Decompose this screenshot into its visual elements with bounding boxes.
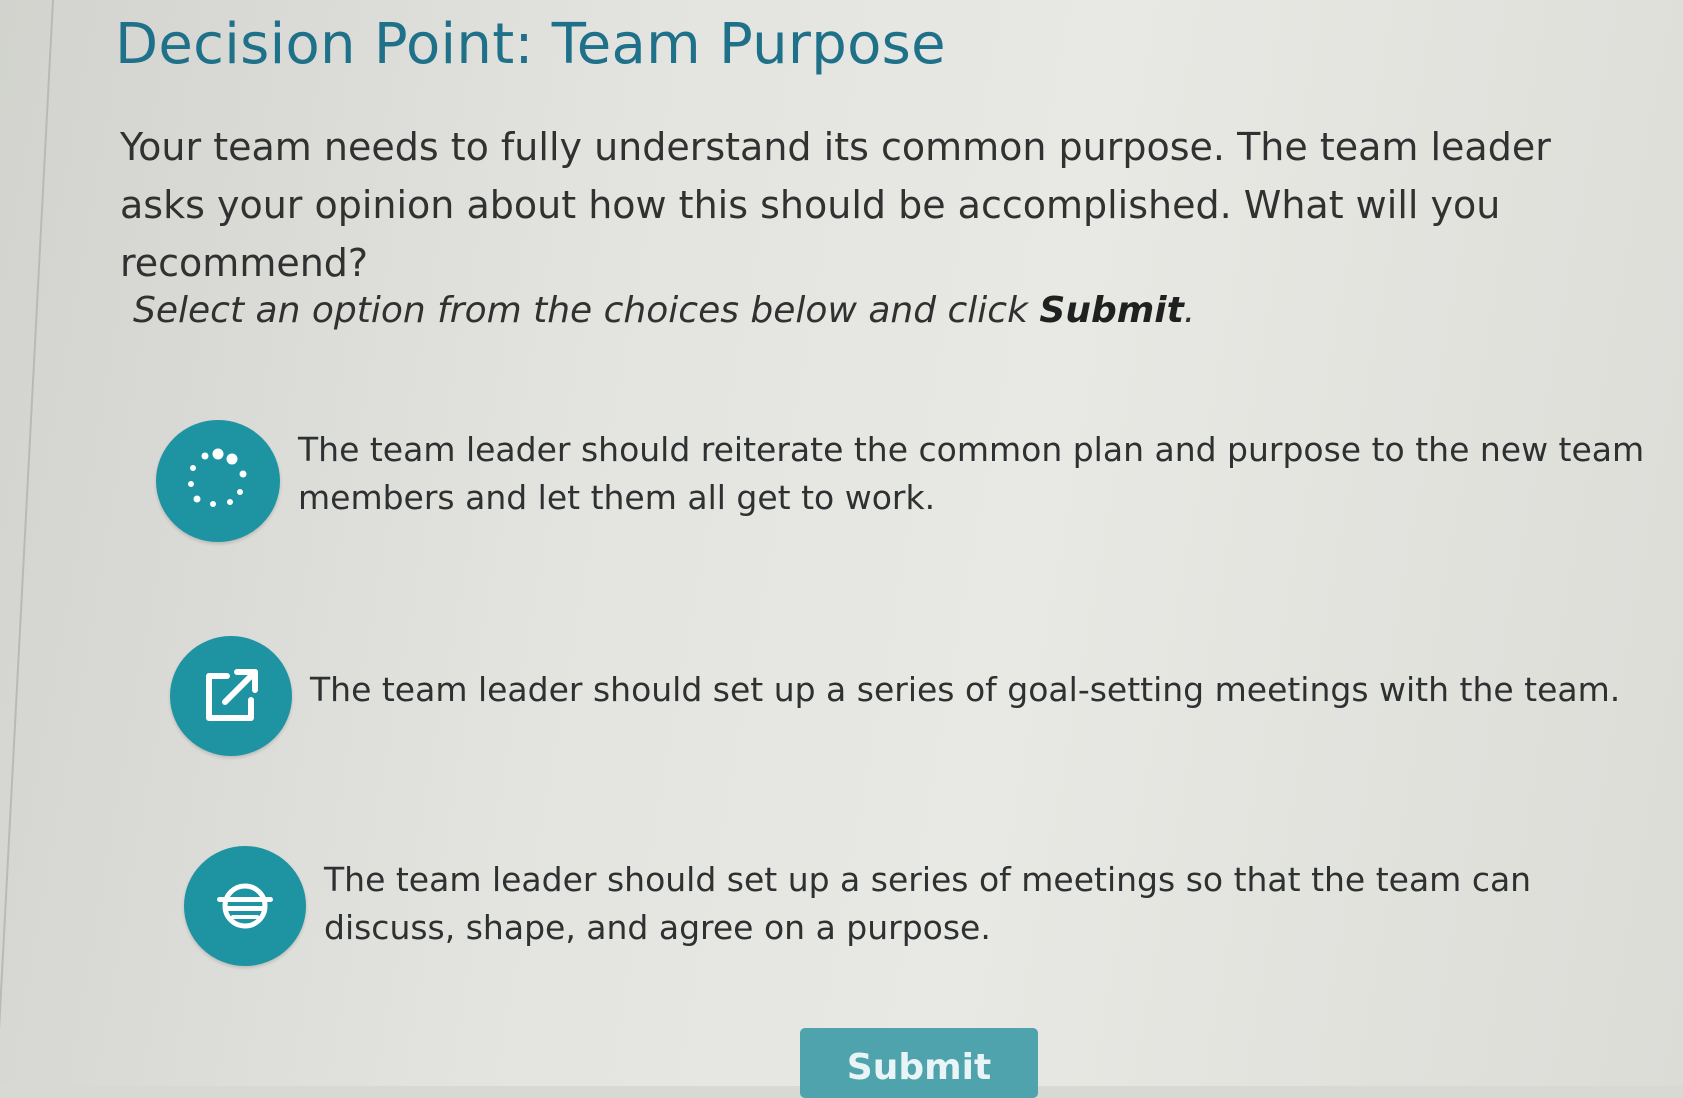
instruction-prefix: Select an option from the choices below …	[133, 290, 1040, 331]
discussion-icon[interactable]	[184, 846, 306, 966]
external-link-icon[interactable]	[170, 636, 292, 756]
option-3[interactable]: The team leader should set up a series o…	[184, 846, 1664, 966]
instruction-suffix: .	[1183, 290, 1196, 331]
question-text: Your team needs to fully understand its …	[120, 125, 1551, 285]
option-2-text: The team leader should set up a series o…	[310, 670, 1621, 709]
dots-circle-icon[interactable]	[156, 420, 280, 542]
submit-button[interactable]: Submit	[800, 1028, 1038, 1098]
decision-point-panel: Decision Point: Team Purpose Your team n…	[0, 0, 1683, 1098]
option-1-text: The team leader should reiterate the com…	[298, 430, 1645, 517]
option-2[interactable]: The team leader should set up a series o…	[170, 636, 1660, 756]
option-3-text: The team leader should set up a series o…	[324, 860, 1532, 947]
instruction-text: Select an option from the choices below …	[133, 290, 1195, 331]
instruction-emphasis: Submit	[1039, 290, 1184, 331]
page-title: Decision Point: Team Purpose	[115, 12, 946, 77]
option-1[interactable]: The team leader should reiterate the com…	[156, 420, 1656, 542]
